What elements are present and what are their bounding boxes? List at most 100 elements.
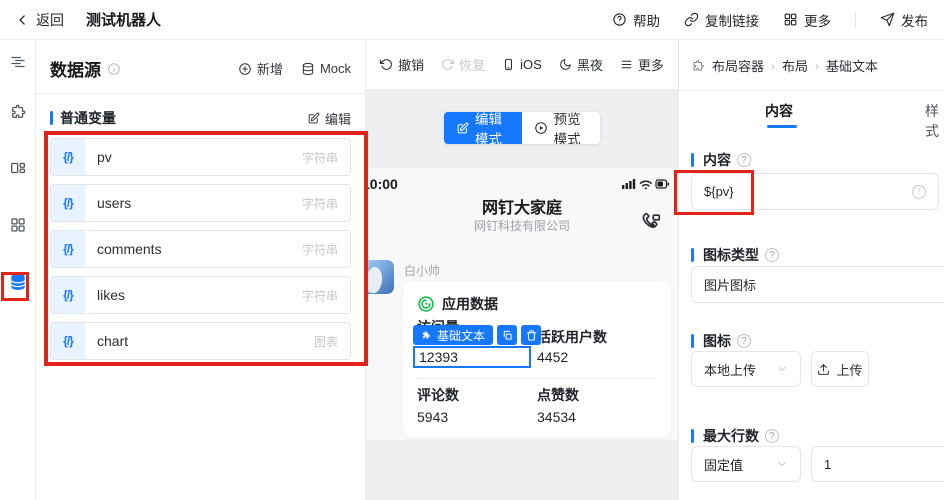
variable-name: chart (85, 333, 314, 349)
tab-content[interactable]: 内容 (765, 101, 793, 121)
warning-icon: ! (912, 185, 926, 199)
puzzle-icon (691, 59, 705, 73)
app-swirl-icon (417, 295, 435, 313)
mock-button[interactable]: Mock (301, 59, 351, 78)
message-card[interactable]: 应用数据 访问量 基础文本 (403, 281, 671, 438)
content-label-text: 内容 (703, 150, 731, 170)
copy-link-button[interactable]: 复制链接 (684, 10, 759, 30)
sidebar-item-outline[interactable] (0, 44, 36, 80)
max-lines-value: 1 (824, 457, 831, 472)
breadcrumb: 布局容器 › 布局 › 基础文本 (691, 56, 878, 75)
chat-subtitle: 网钉科技有限公司 (366, 217, 678, 234)
variable-type: 字符串 (302, 287, 350, 304)
max-lines-mode-select[interactable]: 固定值 (691, 446, 801, 482)
variable-type: 图表 (314, 333, 350, 350)
selected-text-component[interactable]: 12393 (413, 346, 531, 368)
active-tab-indicator (767, 125, 797, 128)
redo-icon (441, 58, 454, 71)
inspector-panel: 布局容器 › 布局 › 基础文本 内容 样式 内容 ? ${pv} ! 图标类型… (678, 40, 944, 500)
preview-mode-button[interactable]: 预览模式 (522, 112, 600, 144)
section-title: 普通变量 (60, 108, 116, 128)
undo-icon (380, 58, 393, 71)
stat-value-active-users: 4452 (537, 349, 568, 365)
undo-label: 撤销 (398, 55, 424, 74)
panel-title: 数据源 (50, 56, 121, 81)
plus-circle-icon (238, 62, 252, 76)
delete-component-button[interactable] (521, 325, 541, 345)
moon-icon (559, 58, 572, 71)
selection-toolbar: 基础文本 (413, 325, 541, 345)
max-lines-mode-value: 固定值 (704, 455, 743, 474)
variable-row-users[interactable]: {/} users 字符串 (50, 184, 351, 222)
content-input[interactable]: ${pv} ! (691, 173, 939, 210)
variable-row-likes[interactable]: {/} likes 字符串 (50, 276, 351, 314)
back-button[interactable]: 返回 (16, 10, 64, 30)
content-field-label: 内容 ? (691, 150, 751, 170)
help-button[interactable]: 帮助 (612, 10, 660, 30)
max-lines-value-input[interactable]: 1 (811, 446, 944, 482)
upload-icon (817, 363, 830, 376)
stat-value-comments: 5943 (417, 409, 448, 425)
breadcrumb-item-container[interactable]: 布局容器 (712, 56, 764, 75)
question-icon: ? (765, 248, 779, 262)
max-lines-label-text: 最大行数 (703, 426, 759, 446)
stat-label-active-users: 活跃用户数 (537, 327, 607, 347)
breadcrumb-item-layout[interactable]: 布局 (782, 56, 808, 75)
sender-name: 白小帅 (404, 262, 440, 279)
canvas-toolbar: 撤销 恢复 iOS 黑夜 (366, 40, 678, 90)
sidebar-item-datasource[interactable] (0, 264, 36, 300)
mock-label: Mock (320, 61, 351, 76)
undo-button[interactable]: 撤销 (380, 55, 424, 74)
breadcrumb-separator: › (771, 59, 775, 73)
add-variable-button[interactable]: 新增 (238, 59, 283, 78)
publish-button[interactable]: 发布 (880, 10, 928, 30)
question-icon: ? (737, 334, 751, 348)
topbar-divider (855, 12, 856, 28)
icon-source-select[interactable]: 本地上传 (691, 351, 801, 387)
copy-component-button[interactable] (497, 325, 517, 345)
mock-database-icon (301, 62, 315, 76)
video-call-icon[interactable] (640, 212, 662, 234)
variable-row-chart[interactable]: {/} chart 图表 (50, 322, 351, 360)
icon-type-label-text: 图标类型 (703, 245, 759, 265)
canvas-more-button[interactable]: 更多 (620, 55, 664, 74)
icon-source-value: 本地上传 (704, 360, 756, 379)
night-mode-button[interactable]: 黑夜 (559, 55, 603, 74)
edit-mode-icon (456, 122, 469, 135)
variable-name: users (85, 195, 302, 211)
edit-variables-button[interactable]: 编辑 (307, 109, 351, 128)
variable-row-pv[interactable]: {/} pv 字符串 (50, 138, 351, 176)
field-accent-bar (691, 248, 694, 262)
chat-title: 网钉大家庭 (366, 194, 678, 218)
preview-mode-label: 预览模式 (554, 112, 588, 144)
avatar[interactable] (366, 260, 394, 294)
ios-toggle-button[interactable]: iOS (502, 57, 542, 72)
sidebar-item-apps[interactable] (0, 207, 36, 243)
chevron-down-icon (776, 363, 788, 375)
variable-row-comments[interactable]: {/} comments 字符串 (50, 230, 351, 268)
breadcrumb-item-text[interactable]: 基础文本 (826, 56, 878, 75)
sidebar-item-components[interactable] (0, 94, 36, 130)
question-icon: ? (737, 153, 751, 167)
redo-button[interactable]: 恢复 (441, 55, 485, 74)
tab-style[interactable]: 样式 (925, 101, 944, 141)
icon-type-select[interactable]: 图片图标 (691, 266, 944, 303)
edit-mode-button[interactable]: 编辑模式 (444, 112, 522, 144)
publish-label: 发布 (901, 10, 928, 30)
copy-link-label: 复制链接 (705, 10, 759, 30)
section-accent-bar (50, 111, 53, 125)
more-button[interactable]: 更多 (783, 10, 831, 30)
icon-label-text: 图标 (703, 331, 731, 351)
variable-type: 字符串 (302, 195, 350, 212)
chevron-left-icon (16, 13, 30, 27)
preview-canvas: 撤销 恢复 iOS 黑夜 (366, 40, 678, 500)
field-accent-bar (691, 334, 694, 348)
variable-list: {/} pv 字符串 {/} users 字符串 {/} comments 字符… (50, 138, 351, 360)
upload-button[interactable]: 上传 (811, 351, 869, 387)
field-accent-bar (691, 153, 694, 167)
variable-name: likes (85, 287, 302, 303)
sidebar-item-layout[interactable] (0, 150, 36, 186)
puzzle-icon (9, 103, 27, 121)
upload-label: 上传 (836, 360, 862, 379)
send-icon (880, 12, 895, 27)
